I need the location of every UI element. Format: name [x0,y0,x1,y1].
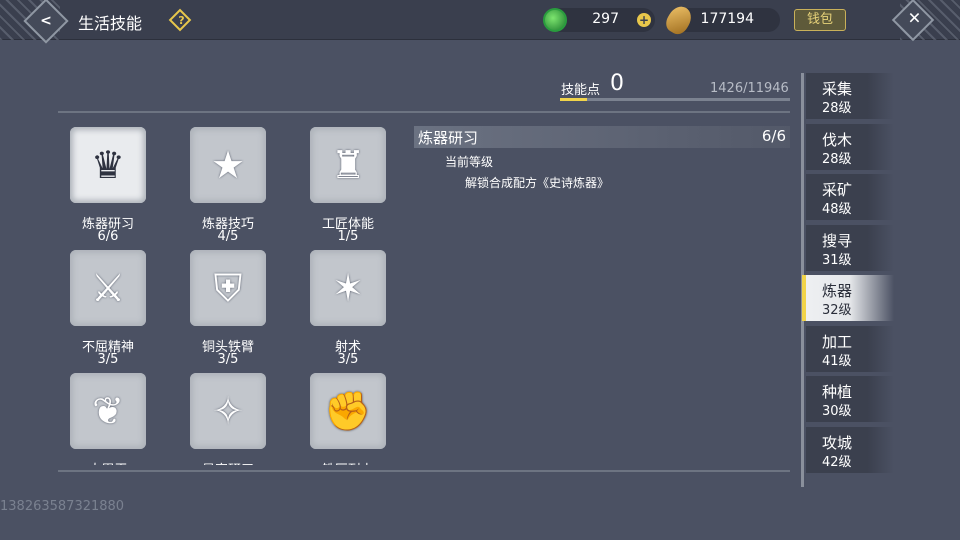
stomach-icon: ❦ [92,389,124,433]
gold-amount: 177194 [700,11,754,27]
jade-currency: 297 + [543,8,655,32]
skill-icon-frame: ❦ [70,373,146,449]
detail-header: 炼器研习 6/6 [414,126,790,148]
detail-description: 解锁合成配方《史诗炼器》 [465,176,610,190]
wallet-button[interactable]: 钱包 [794,9,846,31]
tab-category[interactable]: 加工 41级 [806,325,894,372]
top-bar: < 生活技能 ? 297 + 177194 钱包 ✕ [0,0,960,44]
tab-name: 种植 [822,383,853,401]
tab-level: 48级 [822,202,852,217]
trophy-banner-icon: ♛ [90,143,126,187]
skill-item[interactable]: ⚔ 不屈精神 3/5 [58,238,158,367]
help-button[interactable]: ? [168,8,192,32]
sword-shield-icon: ⚔ [90,266,126,310]
tab-level: 31级 [822,252,852,268]
detail-skill-level: 6/6 [761,127,786,145]
tab-level: 42级 [822,454,852,470]
tab-name: 搜寻 [822,231,853,250]
skill-icon-frame: ★ [190,127,266,203]
tab-category[interactable]: 搜寻 31级 [806,224,894,271]
skill-item[interactable]: ⛨ 铜头铁臂 3/5 [178,238,278,367]
tab-level: 41级 [822,353,852,369]
tab-category[interactable]: 攻城 42级 [806,426,894,473]
gold-leaf-icon [662,2,696,38]
detail-subtitle: 当前等级 [445,155,494,169]
skill-icon-frame: ⚔ [70,250,146,326]
tab-level: 32级 [822,303,852,318]
skills-grid: ♛ 炼器研习 6/6 ★ 炼器技巧 4/5 ♜ 工匠体能 1/5 ⚔ 不屈精神 3/5 ⛨ 铜头铁臂 3/5… [58,115,403,465]
skill-name: 星宿研习 [178,459,278,465]
flexed-arm-icon: ✊ [324,389,372,433]
tab-level: 28级 [822,151,852,167]
top-divider [58,111,790,113]
add-jade-button[interactable]: + [637,13,651,27]
tab-name: 伐木 [822,130,853,149]
skill-points-progress-text: 1426/11946 [710,81,789,96]
skill-icon-frame: ⛨ [190,250,266,326]
tab-name: 采集 [822,80,853,98]
skill-name: 铁匠耐力 [298,459,398,465]
question-icon: ? [178,14,185,27]
skill-item[interactable]: ✧ 星宿研习 [178,361,278,465]
skill-points-progress-fill [560,98,588,101]
skill-icon-frame: ✧ [190,373,266,449]
skill-item[interactable]: ✊ 铁匠耐力 [298,361,398,465]
gold-currency: 177194 [662,2,780,38]
muscle-torso-icon: ♜ [330,143,366,187]
constellation-icon: ✧ [212,389,244,433]
tab-category[interactable]: 种植 30级 [806,376,894,422]
skill-icon-frame: ✶ [310,250,386,326]
skill-item[interactable]: ✶ 射术 3/5 [298,238,398,367]
skill-points-label: 技能点 [561,83,601,98]
tab-name: 炼器 [822,282,853,300]
skill-item[interactable]: ★ 炼器技巧 4/5 [178,115,278,244]
tab-category[interactable]: 伐木 28级 [806,123,894,170]
tab-level: 28级 [822,101,852,116]
detail-skill-name: 炼器研习 [418,129,479,147]
jade-icon [543,8,567,32]
skill-points-value: 0 [610,71,624,96]
tab-name: 攻城 [822,433,853,452]
skill-item[interactable]: ❦ 大胃王 [58,361,158,465]
skill-points-progress-bar [560,98,790,101]
close-icon: ✕ [907,8,922,28]
tab-category[interactable]: 采集 28级 [806,73,894,119]
tab-category[interactable]: 采矿 48级 [806,174,894,220]
bottom-divider [58,470,790,472]
tab-name: 采矿 [822,181,853,199]
skill-name: 大胃王 [58,459,158,465]
tab-level: 30级 [822,404,852,419]
skill-icon-frame: ✊ [310,373,386,449]
tab-name: 加工 [822,332,853,351]
archer-icon: ✶ [332,266,364,310]
skill-item[interactable]: ♛ 炼器研习 6/6 [58,115,158,244]
armor-icon: ⛨ [213,266,243,310]
watermark-id: 138263587321880 [0,499,125,514]
skill-item[interactable]: ♜ 工匠体能 1/5 [298,115,398,244]
skill-icon-frame: ♛ [70,127,146,203]
star-banner-icon: ★ [210,143,246,187]
chevron-left-icon: < [40,13,52,29]
jade-amount: 297 [592,11,619,27]
skill-icon-frame: ♜ [310,127,386,203]
page-title: 生活技能 [78,14,143,33]
tab-category[interactable]: 炼器 32级 [802,275,894,321]
